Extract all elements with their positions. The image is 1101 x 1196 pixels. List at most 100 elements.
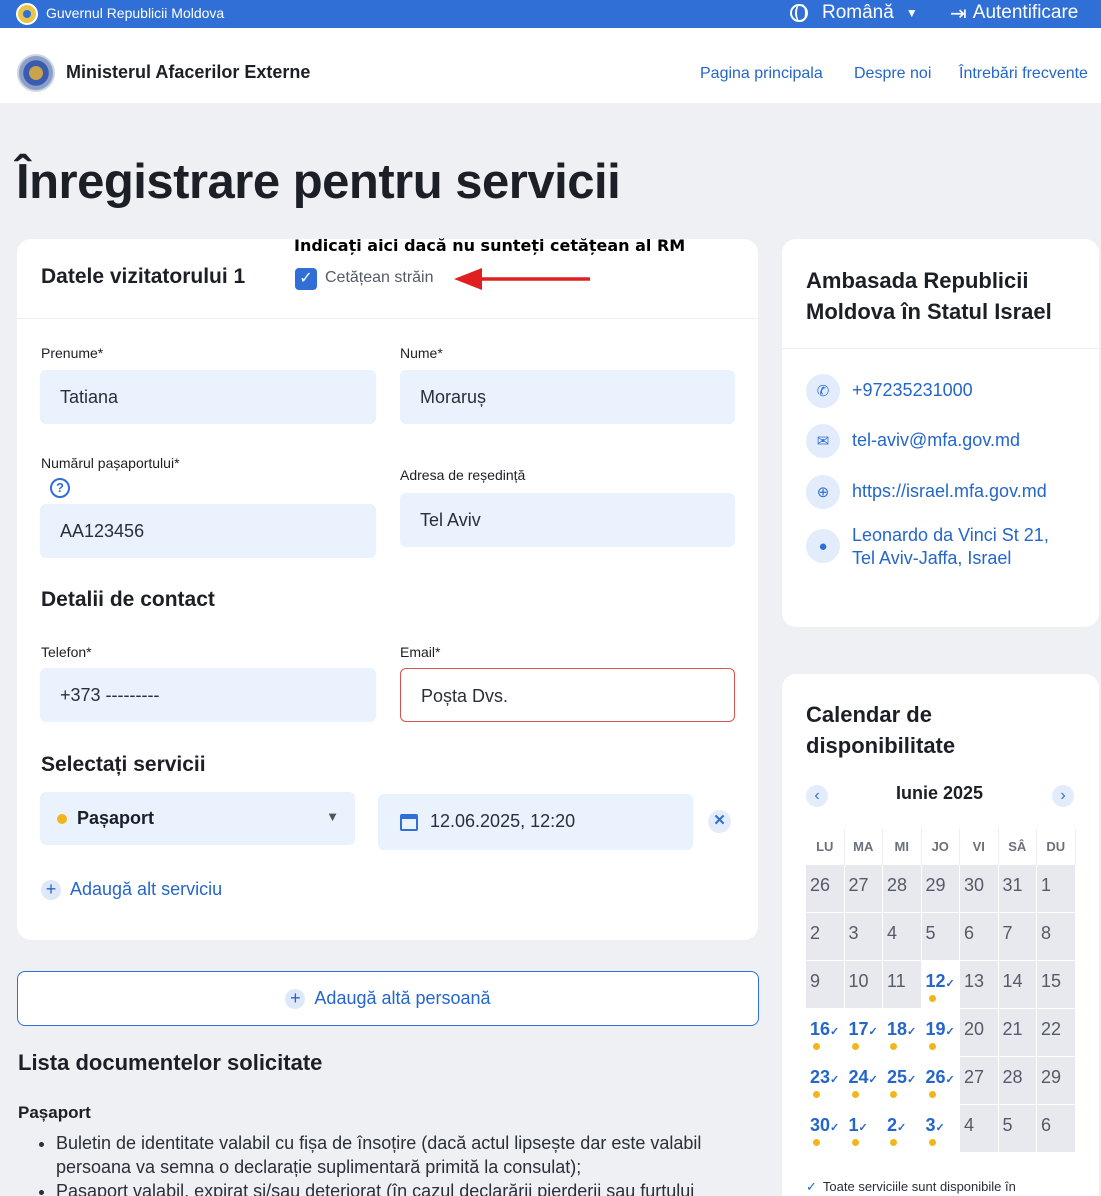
embassy-phone[interactable]: ✆ +97235231000 <box>806 374 973 408</box>
first-name-input[interactable]: Tatiana <box>40 370 376 424</box>
available-check-icon: ✓ <box>935 1122 945 1134</box>
calendar-day: 11 <box>883 961 922 1009</box>
calendar-day-number: 15 <box>1041 971 1062 991</box>
available-dot <box>890 1139 897 1146</box>
calendar-day-available[interactable]: 2✓ <box>883 1105 922 1153</box>
divider <box>782 348 1099 349</box>
foreign-citizen-label[interactable]: Cetățean străin <box>325 269 434 287</box>
embassy-address-link[interactable]: Leonardo da Vinci St 21, Tel Aviv-Jaffa,… <box>852 519 1072 570</box>
calendar-day-available[interactable]: 23✓ <box>806 1057 845 1105</box>
globe-icon: ⊕ <box>806 475 840 509</box>
available-dot <box>813 1043 820 1050</box>
calendar-day-available[interactable]: 19✓ <box>921 1009 960 1057</box>
calendar-day: 30 <box>960 865 999 913</box>
documents-list: Buletin de identitate valabil cu fișa de… <box>56 1131 746 1196</box>
calendar-day-available[interactable]: 18✓ <box>883 1009 922 1057</box>
embassy-email[interactable]: ✉ tel-aviv@mfa.gov.md <box>806 424 1020 458</box>
add-person-label: Adaugă altă persoană <box>314 988 491 1008</box>
nav-home[interactable]: Pagina principala <box>700 65 823 83</box>
available-check-icon: ✓ <box>830 1122 840 1134</box>
list-item: Pașaport valabil, expirat și/sau deterio… <box>56 1179 746 1196</box>
calendar-day: 6 <box>1037 1105 1076 1153</box>
embassy-title: Ambasada Republicii Moldova în Statul Is… <box>806 268 1052 324</box>
available-dot <box>851 1043 859 1050</box>
address-input[interactable]: Tel Aviv <box>400 493 735 547</box>
service-select[interactable]: Pașaport ▼ <box>40 792 355 845</box>
passport-number-input[interactable]: AA123456 <box>40 504 376 558</box>
phone-label: Telefon* <box>41 644 92 660</box>
add-service-button[interactable]: + Adaugă alt serviciu <box>41 879 222 900</box>
email-label: Email* <box>400 644 441 660</box>
service-value: Pașaport <box>77 808 155 828</box>
calendar-day: 5 <box>921 913 960 961</box>
appointment-datetime-field[interactable]: 12.06.2025, 12:20 <box>378 794 693 850</box>
embassy-phone-link[interactable]: +97235231000 <box>852 374 973 402</box>
calendar-day-number: 29 <box>1041 1067 1062 1087</box>
check-icon: ✓ <box>806 1179 817 1194</box>
nav-about[interactable]: Despre noi <box>854 65 931 83</box>
calendar-weekday: DU <box>1037 829 1076 865</box>
phone-input[interactable]: +373 --------- <box>40 668 376 722</box>
page-title: Înregistrare pentru servicii <box>16 155 621 209</box>
calendar-day-available[interactable]: 3✓ <box>921 1105 960 1153</box>
calendar-day-number: 20 <box>964 1019 985 1039</box>
calendar-day: 28 <box>883 865 922 913</box>
calendar-day: 9 <box>806 961 845 1009</box>
calendar-days: 26 27 28 29 30 31 1 2 3 4 5 6 7 8 9 10 11 12✓ 13 14 15 16✓ 17✓… <box>806 865 1076 1153</box>
calendar-day-number: 19 <box>925 1019 946 1039</box>
foreign-citizen-checkbox[interactable]: ✓ <box>295 268 317 290</box>
embassy-card: Ambasada Republicii Moldova în Statul Is… <box>782 239 1099 627</box>
embassy-address[interactable]: ● Leonardo da Vinci St 21, Tel Aviv-Jaff… <box>806 519 1072 570</box>
calendar-day-number: 28 <box>1002 1067 1023 1087</box>
plus-icon: + <box>285 988 306 1009</box>
visitor-card: Datele vizitatorului 1 ✓ Cetățean străin… <box>17 239 758 940</box>
calendar-day: 4 <box>883 913 922 961</box>
clear-service-button[interactable]: ✕ <box>708 810 731 833</box>
calendar-day-available[interactable]: 25✓ <box>883 1057 922 1105</box>
last-name-input[interactable]: Moraruș <box>400 370 735 424</box>
available-dot <box>928 995 936 1002</box>
available-check-icon: ✓ <box>945 1026 955 1038</box>
ministry-name[interactable]: Ministerul Afacerilor Externe <box>66 62 310 83</box>
calendar-day-available[interactable]: 30✓ <box>806 1105 845 1153</box>
calendar-day: 13 <box>960 961 999 1009</box>
login-label: Autentificare <box>972 2 1079 23</box>
email-input[interactable]: Poșta Dvs. <box>400 668 735 722</box>
calendar-day-available[interactable]: 16✓ <box>806 1009 845 1057</box>
embassy-email-link[interactable]: tel-aviv@mfa.gov.md <box>852 424 1020 452</box>
calendar-day-number: 25 <box>887 1067 908 1087</box>
calendar-weekday: JO <box>922 829 960 865</box>
calendar-weekday: SÂ <box>999 829 1037 865</box>
language-selector[interactable]: Română ▼ <box>790 1 918 25</box>
phone-icon: ✆ <box>806 374 840 408</box>
chevron-down-icon: ▼ <box>326 809 339 824</box>
calendar-day-available[interactable]: 12✓ <box>921 961 960 1009</box>
available-check-icon: ✓ <box>907 1026 917 1038</box>
embassy-website[interactable]: ⊕ https://israel.mfa.gov.md <box>806 475 1047 509</box>
add-person-button[interactable]: + Adaugă altă persoană <box>17 971 759 1026</box>
calendar-title: Calendar de disponibilitate <box>806 702 956 758</box>
prev-month-button[interactable]: ‹ <box>806 785 828 807</box>
available-dot <box>851 1139 859 1146</box>
calendar-day: 29 <box>921 865 960 913</box>
services-section-title: Selectați servicii <box>41 753 206 776</box>
calendar-note: ✓ Toate serviciile sunt disponibile în <box>806 1179 1016 1195</box>
calendar-day-available[interactable]: 26✓ <box>921 1057 960 1105</box>
calendar-day-available[interactable]: 24✓ <box>844 1057 883 1105</box>
calendar-day-available[interactable]: 17✓ <box>844 1009 883 1057</box>
calendar-weekday: VI <box>960 829 999 865</box>
calendar-day-number: 16 <box>810 1019 831 1039</box>
calendar-day-number: 22 <box>1041 1019 1062 1039</box>
calendar-day-number: 18 <box>887 1019 908 1039</box>
calendar-day: 4 <box>960 1105 999 1153</box>
next-month-button[interactable]: › <box>1052 785 1074 807</box>
calendar-day-number: 3 <box>925 1115 936 1135</box>
government-bar: Guvernul Republicii Moldova Română ▼ ⇥ A… <box>0 0 1101 28</box>
login-button[interactable]: ⇥ Autentificare <box>950 1 1078 25</box>
embassy-website-link[interactable]: https://israel.mfa.gov.md <box>852 475 1047 503</box>
ministry-logo[interactable] <box>17 54 55 92</box>
calendar-day-number: 7 <box>1002 923 1013 943</box>
calendar-day-available[interactable]: 1✓ <box>844 1105 883 1153</box>
nav-faq[interactable]: Întrebări frecvente <box>959 65 1088 83</box>
help-icon[interactable]: ? <box>50 478 70 498</box>
